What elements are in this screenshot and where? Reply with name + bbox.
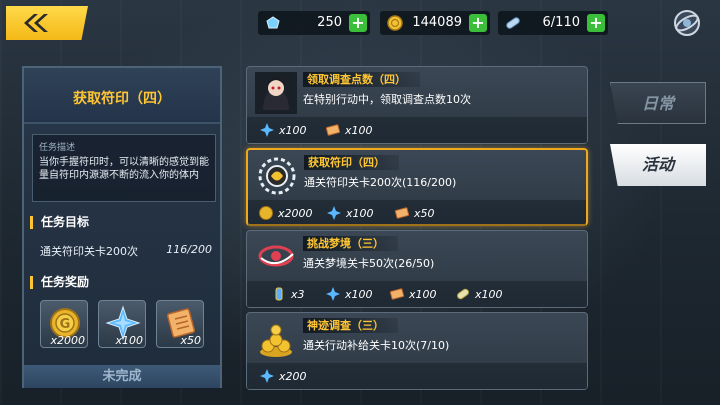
double-chevron-left-icon: [24, 14, 48, 32]
reward-qty: x3: [291, 287, 305, 301]
quest-rewards: x200: [247, 363, 587, 389]
gold-coin-icon: [259, 206, 273, 220]
reward-qty: x2000: [50, 334, 85, 347]
coin-pile-icon: [260, 324, 292, 357]
crystal-icon: [266, 16, 280, 29]
quest-name: 挑战梦境（三）: [303, 236, 398, 251]
quest-detail-panel: 获取符印（四） 任务描述 当你手握符印时，可以清晰的感觉到能量自符印内源源不断的…: [22, 66, 222, 388]
reward-slot-crystal[interactable]: x100: [98, 300, 146, 348]
svg-text:G: G: [60, 317, 71, 332]
detail-title: 获取符印（四）: [73, 91, 171, 107]
quest-item-selected[interactable]: 获取符印（四） 通关符印关卡200次(116/200) x2000 x100 x…: [246, 148, 588, 226]
reward-qty: x2000: [278, 206, 313, 220]
reward-heading: 任务奖励: [30, 276, 89, 289]
reward-qty: x100: [475, 287, 503, 301]
capacity-value: 6/110: [542, 15, 580, 30]
tab-daily[interactable]: 日常: [610, 82, 706, 124]
detail-title-bar: 获取符印（四）: [24, 68, 220, 124]
reward-slot-scroll[interactable]: x50: [156, 300, 204, 348]
scroll-icon: [325, 124, 341, 136]
resource-coins: 144089 +: [380, 11, 490, 35]
description-label: 任务描述: [39, 143, 76, 153]
reward-item: x2000: [258, 205, 313, 221]
description-box: 任务描述 当你手握符印时，可以清晰的感觉到能量自符印内源源不断的流入你的体内: [32, 134, 216, 202]
goal-text: 通关符印关卡200次: [40, 245, 138, 258]
reward-item: x100: [325, 286, 373, 302]
blue-crystal-icon: [327, 206, 341, 220]
description-text: 当你手握符印时，可以清晰的感觉到能量自符印内源源不断的流入你的体内: [39, 157, 209, 181]
quest-desc: 在特别行动中，领取调查点数10次: [303, 93, 471, 106]
sigil-gear-icon: [258, 157, 296, 195]
reward-qty: x200: [279, 369, 307, 383]
reward-item: x200: [259, 368, 307, 384]
quest-name: 获取符印（四）: [304, 155, 399, 170]
coin-icon: [387, 15, 403, 31]
reward-qty: x100: [409, 287, 437, 301]
scroll-icon: [389, 288, 405, 300]
resource-stamina: 250 +: [258, 11, 370, 35]
reward-qty: x100: [345, 287, 373, 301]
dream-creature-icon: [258, 245, 294, 267]
reward-qty: x50: [180, 334, 201, 347]
goal-heading: 任务目标: [30, 216, 89, 229]
reward-item: x100: [259, 122, 307, 138]
quest-name: 神迹调查（三）: [303, 318, 398, 333]
resource-capacity: 6/110 +: [498, 11, 608, 35]
reward-item: x100: [389, 286, 437, 302]
reward-slot-gold[interactable]: G x2000: [40, 300, 88, 348]
character-portrait-icon: [255, 72, 297, 114]
reward-item: x100: [326, 205, 374, 221]
blue-crystal-icon: [260, 123, 274, 137]
scroll-icon: [394, 207, 410, 219]
quest-rewards: x100 x100: [247, 117, 587, 143]
coins-value: 144089: [412, 15, 462, 30]
reward-item: x100: [325, 122, 373, 138]
reward-qty: x50: [414, 206, 435, 220]
blue-crystal-icon: [326, 287, 340, 301]
reward-qty: x100: [279, 123, 307, 137]
quest-desc: 通关梦境关卡50次(26/50): [303, 257, 435, 270]
quest-desc: 通关符印关卡200次(116/200): [304, 176, 457, 189]
reward-qty: x100: [346, 206, 374, 220]
stamina-value: 250: [317, 15, 342, 30]
capsule-icon: [457, 288, 469, 300]
add-capacity-button[interactable]: +: [587, 14, 605, 32]
goal-progress: 116/200: [166, 243, 212, 256]
capsule-icon: [506, 17, 520, 29]
quest-item[interactable]: 领取调查点数（四） 在特别行动中，领取调查点数10次 x100 x100: [246, 66, 588, 144]
reward-item: x50: [394, 205, 435, 221]
reward-item: x100: [455, 286, 503, 302]
back-button[interactable]: [6, 6, 88, 40]
settings-orb-icon[interactable]: [672, 8, 702, 38]
tab-event[interactable]: 活动: [610, 144, 706, 186]
quest-name: 领取调查点数（四）: [303, 72, 420, 87]
quest-rewards: x3 x100 x100 x100: [247, 281, 587, 307]
quest-rewards: x2000 x100 x50: [248, 200, 586, 226]
quest-desc: 通关行动补给关卡10次(7/10): [303, 339, 450, 352]
reward-qty: x100: [345, 123, 373, 137]
reward-item: x3: [271, 286, 305, 302]
reward-qty: x100: [115, 334, 143, 347]
add-coins-button[interactable]: +: [469, 14, 487, 32]
potion-icon: [275, 287, 283, 301]
status-bar: 未完成: [24, 365, 220, 388]
blue-crystal-icon: [260, 369, 274, 383]
add-stamina-button[interactable]: +: [349, 14, 367, 32]
quest-item[interactable]: 挑战梦境（三） 通关梦境关卡50次(26/50) x3 x100 x100 x1…: [246, 230, 588, 308]
quest-item[interactable]: 神迹调查（三） 通关行动补给关卡10次(7/10) x200: [246, 312, 588, 390]
